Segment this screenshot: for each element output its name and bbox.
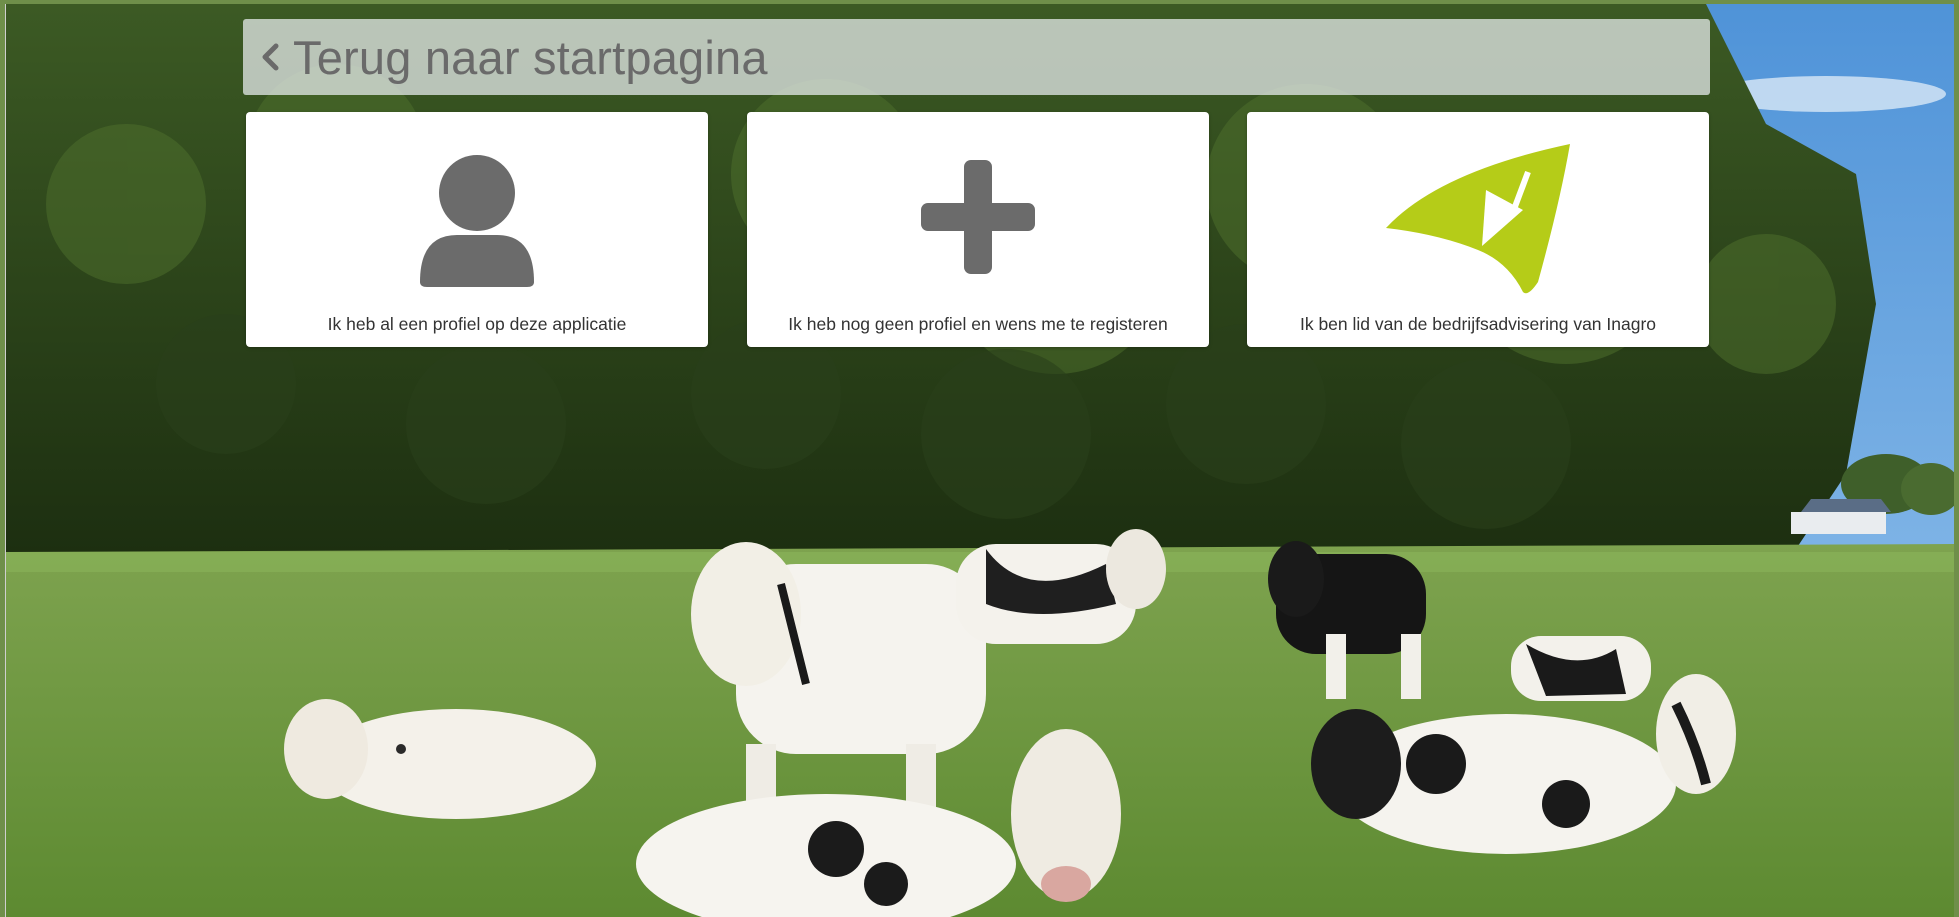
back-to-homepage-link[interactable]: Terug naar startpagina — [243, 19, 1710, 95]
option-card-register[interactable]: Ik heb nog geen profiel en wens me te re… — [747, 112, 1209, 347]
user-icon — [246, 147, 708, 287]
plus-icon — [747, 147, 1209, 287]
chevron-left-icon — [262, 43, 279, 71]
back-link-label: Terug naar startpagina — [293, 30, 768, 84]
option-label: Ik heb al een profiel op deze applicatie — [327, 314, 627, 334]
option-card-inagro-member[interactable]: Ik ben lid van de bedrijfsadvisering van… — [1247, 112, 1709, 347]
option-label: Ik ben lid van de bedrijfsadvisering van… — [1299, 314, 1657, 334]
option-card-existing-profile[interactable]: Ik heb al een profiel op deze applicatie — [246, 112, 708, 347]
inagro-logo-icon — [1247, 142, 1709, 294]
option-label: Ik heb nog geen profiel en wens me te re… — [788, 314, 1168, 334]
